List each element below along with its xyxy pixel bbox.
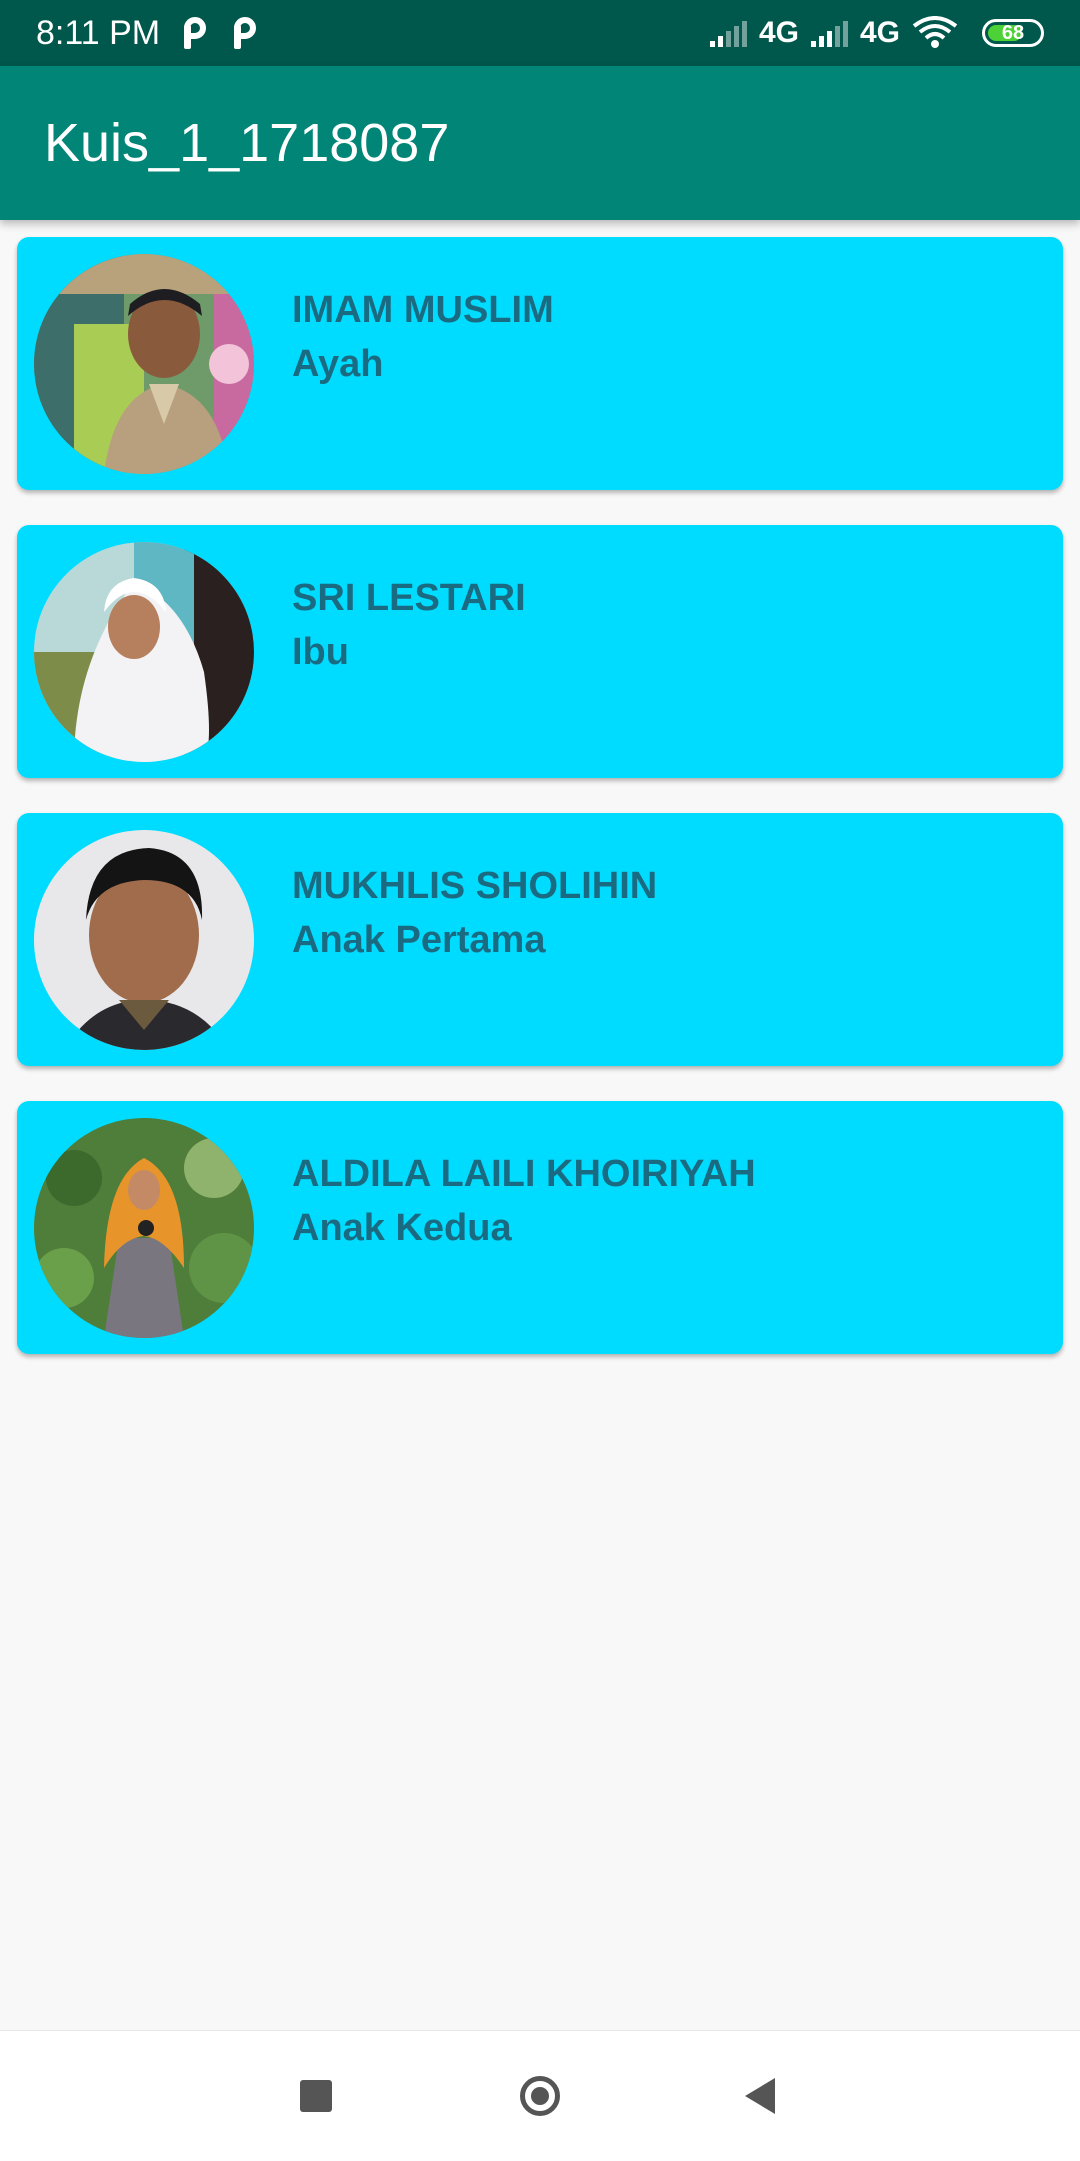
signal-icon: [810, 19, 848, 47]
member-name: ALDILA LAILI KHOIRIYAH: [292, 1153, 756, 1195]
network-type-1: 4G: [758, 16, 799, 49]
woman-in-white-hijab-photo: [34, 542, 254, 762]
recents-button[interactable]: [256, 2031, 376, 2161]
navigation-bar: [0, 2030, 1080, 2161]
young-man-selfie-photo: [34, 830, 254, 1050]
battery-level: 68: [1001, 21, 1025, 44]
member-role: Ibu: [292, 631, 349, 673]
signal-icon: [709, 19, 747, 47]
member-name: IMAM MUSLIM: [292, 289, 554, 331]
member-name: SRI LESTARI: [292, 577, 526, 619]
wifi-icon: [912, 16, 958, 48]
member-role: Ayah: [292, 343, 384, 385]
card-text: IMAM MUSLIM Ayah: [292, 283, 554, 391]
back-triangle-icon: [745, 2078, 775, 2114]
member-name: MUKHLIS SHOLIHIN: [292, 865, 658, 907]
network-type-2: 4G: [859, 16, 900, 49]
list-item[interactable]: ALDILA LAILI KHOIRIYAH Anak Kedua: [17, 1101, 1063, 1354]
card-text: MUKHLIS SHOLIHIN Anak Pertama: [292, 859, 657, 967]
app-title: Kuis_1_1718087: [44, 113, 450, 173]
app-bar: Kuis_1_1718087: [0, 66, 1080, 220]
member-role: Anak Kedua: [292, 1207, 512, 1249]
parking-p-icon: [182, 17, 210, 49]
home-button[interactable]: [480, 2031, 600, 2161]
home-circle-icon: [520, 2076, 560, 2116]
recents-square-icon: [300, 2080, 332, 2112]
man-in-uniform-photo: [34, 254, 254, 474]
list-item[interactable]: SRI LESTARI Ibu: [17, 525, 1063, 778]
card-text: SRI LESTARI Ibu: [292, 571, 526, 679]
parking-p-icon: [232, 17, 260, 49]
member-role: Anak Pertama: [292, 919, 546, 961]
battery-icon: 68: [982, 19, 1044, 47]
list-item[interactable]: MUKHLIS SHOLIHIN Anak Pertama: [17, 813, 1063, 1066]
back-button[interactable]: [700, 2031, 820, 2161]
status-bar: 8:11 PM 4G 4G 68: [0, 0, 1080, 66]
family-list: IMAM MUSLIM Ayah SRI LESTARI Ibu MUKHLIS…: [17, 237, 1063, 1389]
list-item[interactable]: IMAM MUSLIM Ayah: [17, 237, 1063, 490]
status-right: 4G 4G 68: [709, 16, 1044, 50]
status-left: 8:11 PM: [36, 14, 260, 53]
card-text: ALDILA LAILI KHOIRIYAH Anak Kedua: [292, 1147, 756, 1255]
status-time: 8:11 PM: [36, 13, 161, 52]
girl-in-orange-hijab-photo: [34, 1118, 254, 1338]
